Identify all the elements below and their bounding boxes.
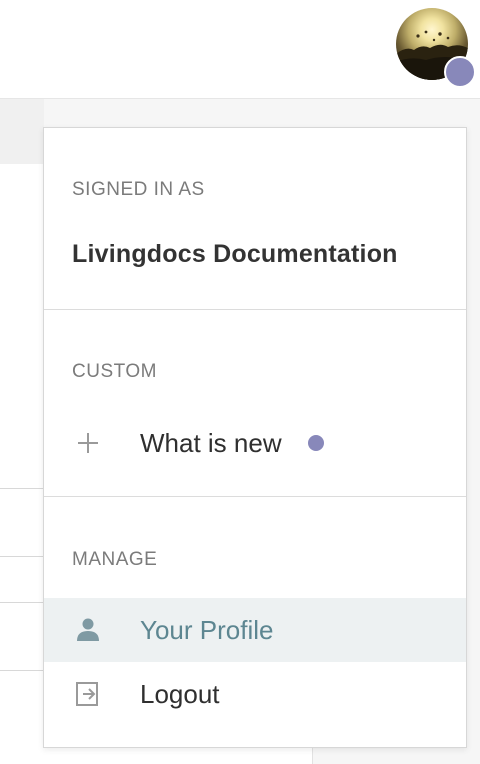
manage-section-label: MANAGE	[72, 549, 158, 570]
logout-icon	[74, 680, 102, 708]
background-strip	[0, 99, 44, 166]
notification-dot	[444, 56, 476, 88]
menu-item-your-profile[interactable]: Your Profile	[44, 598, 466, 662]
menu-item-logout[interactable]: Logout	[44, 662, 466, 726]
menu-divider	[44, 496, 466, 497]
user-dropdown-menu: SIGNED IN AS Livingdocs Documentation CU…	[43, 127, 467, 748]
plus-icon	[74, 429, 102, 457]
user-icon	[74, 616, 102, 644]
menu-item-label: Logout	[140, 679, 220, 709]
menu-divider	[44, 309, 466, 310]
new-indicator-dot	[308, 435, 324, 451]
menu-item-what-is-new[interactable]: What is new	[44, 411, 466, 475]
custom-section-label: CUSTOM	[72, 361, 157, 382]
signed-in-label: SIGNED IN AS	[72, 179, 205, 200]
menu-item-label: Your Profile	[140, 615, 274, 645]
menu-item-label: What is new	[140, 428, 282, 458]
user-name: Livingdocs Documentation	[72, 240, 398, 268]
